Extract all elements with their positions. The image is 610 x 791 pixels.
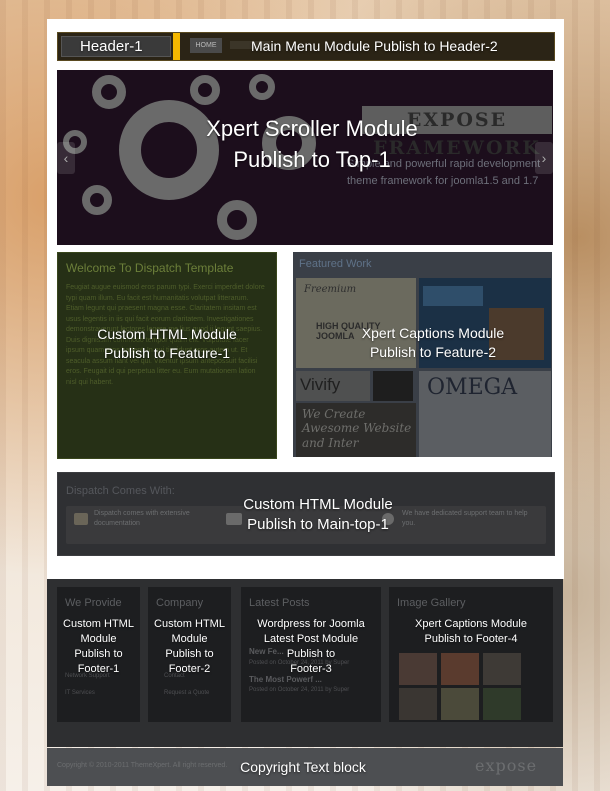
gallery-thumbnail[interactable] bbox=[399, 688, 437, 720]
scroller-label-line2: Publish to Top-1 bbox=[233, 146, 391, 172]
footer-3-label-line: Publish to bbox=[286, 647, 336, 660]
gallery-thumbnail[interactable] bbox=[483, 653, 521, 685]
footer-2-label-line: Custom HTML bbox=[154, 618, 225, 630]
feature-2-title: Featured Work bbox=[299, 258, 372, 270]
main-top-label: Custom HTML Module Publish to Main-top-1 bbox=[178, 495, 458, 536]
footer-3-label-line: Latest Post Module bbox=[263, 632, 359, 645]
feature-1-label-line1: Custom HTML Module bbox=[97, 326, 237, 342]
feature-2-label: Xpert Captions Module Publish to Feature… bbox=[313, 324, 552, 362]
feature-2-label-line1: Xpert Captions Module bbox=[361, 325, 505, 341]
copyright-text: Copyright © 2010-2011 ThemeXpert. All ri… bbox=[57, 762, 228, 769]
menu-item-home[interactable]: HOME bbox=[190, 38, 222, 53]
post-meta: Posted on October 24, 2011 by Super bbox=[249, 687, 350, 693]
footer-1-label-line: Footer-1 bbox=[77, 662, 120, 675]
footer-2-label: Custom HTML Module Publish to Footer-2 bbox=[148, 617, 231, 676]
footer-1-label-line: Module bbox=[80, 632, 117, 645]
footer-4-label-line: Xpert Captions Module bbox=[415, 618, 527, 630]
tile-text: OMEGA bbox=[427, 375, 518, 400]
footer-1-label-line: Custom HTML bbox=[63, 618, 134, 630]
footer-3-label-line: Wordpress for Joomla bbox=[257, 618, 365, 630]
gallery-thumbnail[interactable] bbox=[399, 653, 437, 685]
work-thumbnail[interactable]: Vivify bbox=[296, 371, 370, 401]
footer-4-title: Image Gallery bbox=[397, 597, 466, 609]
feature-1-module: Welcome To Dispatch Template Feugiat aug… bbox=[57, 252, 277, 459]
main-top-label-line1: Custom HTML Module bbox=[243, 496, 393, 513]
footer-1-label-line: Publish to bbox=[74, 647, 123, 660]
feature-1-label-line2: Publish to Feature-1 bbox=[103, 344, 231, 361]
footer-3-title: Latest Posts bbox=[249, 597, 310, 609]
copyright-bar: Copyright © 2010-2011 ThemeXpert. All ri… bbox=[47, 748, 563, 786]
gallery-thumbnail[interactable] bbox=[441, 653, 479, 685]
footer-link[interactable]: IT Services bbox=[65, 690, 95, 696]
scroller-next-button[interactable]: › bbox=[535, 142, 553, 174]
header-accent bbox=[173, 33, 180, 60]
gear-icon bbox=[249, 74, 275, 100]
footer-4-label-line: Publish to Footer-4 bbox=[424, 632, 518, 645]
footer-2-label-line: Publish to bbox=[165, 647, 214, 660]
footer-4-module: Image Gallery Xpert Captions Module Publ… bbox=[389, 587, 553, 722]
work-thumbnail[interactable]: We Create Awesome Website and Inter bbox=[296, 403, 416, 457]
main-top-title: Dispatch Comes With: bbox=[66, 485, 175, 497]
tile-text: We Create Awesome Website and Inter bbox=[302, 407, 412, 450]
footer-3-label-line: Footer-3 bbox=[290, 662, 332, 675]
gallery-thumbnail[interactable] bbox=[483, 688, 521, 720]
footer-2-title: Company bbox=[156, 597, 204, 609]
footer-3-label: Wordpress for Joomla Latest Post Module … bbox=[241, 617, 381, 676]
gear-icon bbox=[92, 75, 126, 109]
feature-2-label-line2: Publish to Feature-2 bbox=[369, 343, 497, 360]
footer-2-label-line: Module bbox=[171, 632, 208, 645]
scroller-label: Xpert Scroller Module Publish to Top-1 bbox=[147, 114, 477, 176]
header-1-label: Header-1 bbox=[80, 38, 143, 55]
main-top-label-line2: Publish to Main-top-1 bbox=[247, 516, 389, 534]
scroller-prev-button[interactable]: ‹ bbox=[57, 142, 75, 174]
gallery-thumbnail[interactable] bbox=[441, 688, 479, 720]
feature-1-label: Custom HTML Module Publish to Feature-1 bbox=[68, 325, 266, 363]
footer-link[interactable]: Request a Quote bbox=[164, 690, 209, 696]
scroller-label-line1: Xpert Scroller Module bbox=[206, 116, 418, 141]
main-top-1-module: Dispatch Comes With: Dispatch comes with… bbox=[57, 472, 555, 556]
footer-1-label: Custom HTML Module Publish to Footer-1 bbox=[57, 617, 140, 676]
copyright-label: Copyright Text block bbox=[240, 759, 366, 775]
header-bar: HOME Header-1 Main Menu Module Publish t… bbox=[57, 32, 555, 61]
feature-2-module: Featured Work Freemium HIGH QUALITY JOOM… bbox=[293, 252, 552, 457]
footer-4-label: Xpert Captions Module Publish to Footer-… bbox=[389, 617, 553, 647]
thumb-block bbox=[423, 286, 483, 306]
gear-icon bbox=[190, 75, 220, 105]
gear-icon bbox=[217, 200, 257, 240]
work-thumbnail[interactable]: OMEGA bbox=[419, 371, 551, 457]
footer-2-label-line: Footer-2 bbox=[168, 662, 211, 675]
feature-1-title: Welcome To Dispatch Template bbox=[66, 261, 234, 275]
footer-3-module: Latest Posts New Fe... Posted on October… bbox=[241, 587, 381, 722]
xpert-scroller[interactable]: EXPOSE FRAMEWORK Simple and powerful rap… bbox=[57, 70, 553, 245]
tile-text: Freemium bbox=[304, 284, 357, 295]
tile-text: Vivify bbox=[300, 375, 341, 394]
expose-logo[interactable]: expose bbox=[475, 756, 537, 775]
gear-icon bbox=[82, 185, 112, 215]
work-thumbnail[interactable] bbox=[373, 371, 413, 401]
footer-2-module: Company Contact Request a Quote Custom H… bbox=[148, 587, 231, 722]
footer-1-module: We Provide Network Support IT Services C… bbox=[57, 587, 140, 722]
footer-1-title: We Provide bbox=[65, 597, 122, 609]
book-icon bbox=[74, 513, 88, 525]
header-2-label: Main Menu Module Publish to Header-2 bbox=[251, 38, 498, 54]
